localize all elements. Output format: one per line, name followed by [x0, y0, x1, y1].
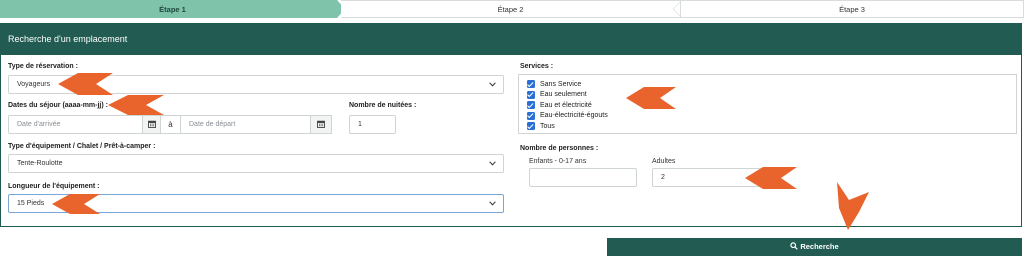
children-label: Enfants - 0-17 ans — [529, 158, 587, 165]
services-list: Sans Service Eau seulement Eau et électr… — [518, 74, 1017, 134]
calendar-icon-arrival[interactable] — [142, 115, 161, 134]
checkbox-checked-icon[interactable] — [527, 122, 535, 130]
equipment-label: Type d'équipement / Chalet / Prêt-à-camp… — [8, 143, 156, 150]
step-1[interactable]: Étape 1 — [0, 0, 345, 18]
reservation-type-value: Voyageurs — [17, 81, 51, 88]
equipment-select[interactable]: Tente-Roulotte — [8, 154, 504, 173]
service-option[interactable]: Sans Service — [527, 80, 581, 88]
service-label: Sans Service — [540, 80, 582, 88]
nights-input[interactable]: 1 — [349, 115, 396, 134]
annotation-arrow-icon — [626, 87, 676, 109]
service-option[interactable]: Eau-électricité-égouts — [527, 111, 608, 120]
panel-title: Recherche d'un emplacement — [1, 24, 1021, 55]
chevron-down-icon — [489, 195, 496, 206]
annotation-arrow-icon — [837, 182, 869, 230]
search-button-label: Recherche — [800, 242, 839, 251]
date-separator: à — [160, 115, 181, 134]
departure-date-input[interactable]: Date de départ — [180, 115, 311, 134]
service-option[interactable]: Eau et électricité — [527, 101, 592, 109]
children-input[interactable] — [529, 168, 637, 187]
length-value: 15 Pieds — [17, 200, 45, 207]
step-3[interactable]: Étape 3 — [681, 0, 1024, 18]
annotation-arrow-icon — [745, 167, 797, 189]
checkbox-checked-icon[interactable] — [527, 111, 535, 120]
annotation-arrow-icon — [58, 73, 113, 95]
service-label: Eau et électricité — [540, 101, 592, 109]
chevron-down-icon — [489, 76, 496, 87]
search-icon — [790, 242, 799, 250]
annotation-arrow-icon — [108, 95, 164, 115]
service-label: Eau seulement — [540, 91, 587, 98]
persons-label: Nombre de personnes : — [520, 145, 599, 152]
calendar-icon-departure[interactable] — [310, 115, 332, 134]
checkbox-checked-icon[interactable] — [527, 101, 535, 109]
checkbox-checked-icon[interactable] — [527, 80, 535, 88]
checkbox-checked-icon[interactable] — [527, 90, 535, 99]
length-label: Longueur de l'équipement : — [8, 183, 100, 190]
service-option[interactable]: Tous — [527, 122, 555, 130]
annotation-arrow-icon — [52, 194, 100, 214]
service-option[interactable]: Eau seulement — [527, 90, 587, 99]
dates-label: Dates du séjour (aaaa-mm-jj) : — [8, 102, 108, 109]
chevron-down-icon — [489, 155, 496, 166]
search-button[interactable]: Recherche — [607, 238, 1022, 256]
adults-label: Adultes — [652, 158, 676, 165]
steps-bar: Étape 1 Étape 2 Étape 3 — [0, 0, 1024, 18]
step-2[interactable]: Étape 2 — [341, 0, 681, 18]
service-label: Eau-électricité-égouts — [540, 112, 608, 119]
arrival-date-input[interactable]: Date d'arrivée — [8, 115, 143, 134]
equipment-value: Tente-Roulotte — [17, 160, 63, 167]
services-label: Services : — [520, 63, 554, 70]
service-label: Tous — [540, 122, 555, 130]
reservation-type-label: Type de réservation : — [8, 63, 78, 70]
nights-label: Nombre de nuitées : — [349, 102, 417, 109]
